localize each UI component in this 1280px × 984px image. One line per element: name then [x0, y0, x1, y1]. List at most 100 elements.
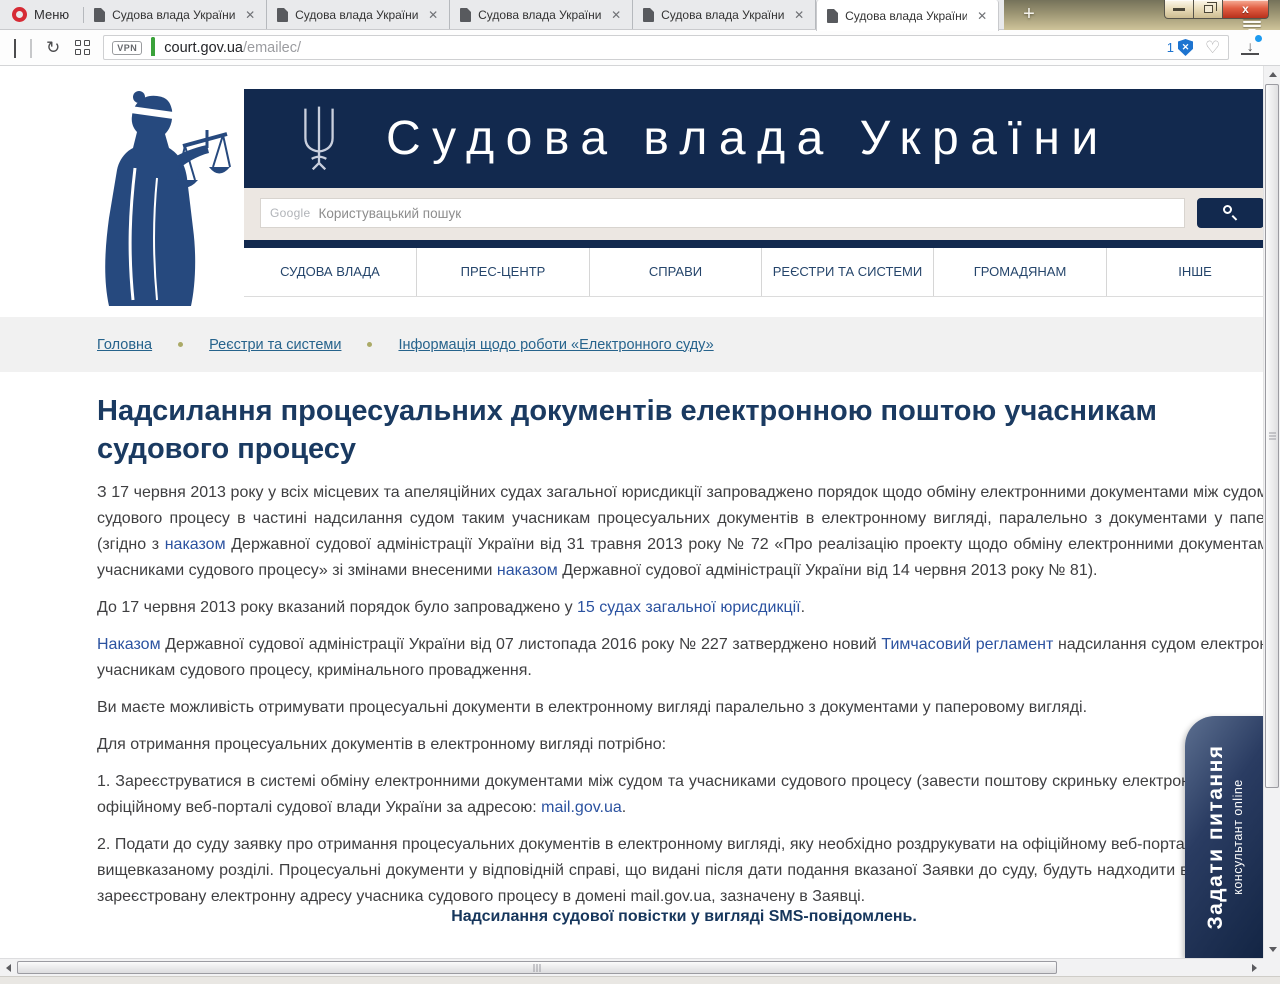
inline-link[interactable]: mail.gov.ua	[541, 799, 622, 816]
article-paragraph-1: З 17 червня 2013 року у всіх місцевих та…	[97, 480, 1263, 584]
url-text: court.gov.ua/emailec/	[164, 40, 1167, 56]
breadcrumb-link-1[interactable]: Головна	[97, 337, 152, 353]
trident-emblem-icon	[296, 104, 342, 174]
article-paragraph-5: Для отримання процесуальних документів в…	[97, 732, 1263, 758]
nav-item-2[interactable]: ПРЕС-ЦЕНТР	[417, 248, 590, 296]
nav-item-1[interactable]: СУДОВА ВЛАДА	[244, 248, 417, 296]
tab-close-icon[interactable]: ✕	[608, 6, 624, 24]
opera-logo-icon	[12, 7, 27, 22]
url-path: /emailec/	[243, 40, 301, 56]
browser-tab-2[interactable]: Судова влада України ✕	[267, 0, 450, 29]
forward-icon	[30, 39, 32, 58]
page-file-icon	[827, 9, 838, 23]
inline-link[interactable]: 15 судах загальної юрисдикції	[577, 599, 801, 616]
breadcrumb: Головна Реєстри та системи Інформація щодо…	[97, 337, 714, 353]
blocked-count: 1	[1167, 40, 1174, 55]
window-bottom-edge	[0, 976, 1280, 984]
nav-item-3[interactable]: СПРАВИ	[590, 248, 762, 296]
tab-close-icon[interactable]: ✕	[242, 6, 258, 24]
nav-item-5[interactable]: ГРОМАДЯНАМ	[934, 248, 1107, 296]
close-button[interactable]: x	[1223, 0, 1269, 19]
article-paragraph-2: До 17 червня 2013 року вказаний порядок …	[97, 595, 1263, 621]
nav-item-6[interactable]: ІНШЕ	[1107, 248, 1263, 296]
breadcrumb-link-2[interactable]: Реєстри та системи	[209, 337, 341, 353]
banner-subtitle: консультант online	[1231, 779, 1245, 895]
site-search-field[interactable]: Google	[260, 198, 1185, 228]
page-file-icon	[460, 8, 471, 22]
lady-justice-illustration	[95, 88, 231, 310]
site-search-input[interactable]	[319, 206, 1176, 221]
inline-link[interactable]: Тимчасовий регламент	[881, 636, 1053, 653]
sms-notice-link[interactable]: Надсилання судової повістки у вигляді SM…	[97, 908, 1263, 926]
breadcrumb-separator-dot	[178, 342, 183, 347]
horizontal-scrollbar-thumb[interactable]	[17, 961, 1057, 974]
tab-close-icon[interactable]: ✕	[974, 7, 990, 25]
browser-tab-5[interactable]: Судова влада України✕	[816, 0, 999, 31]
opera-menu-button[interactable]: Меню	[0, 0, 83, 29]
article-paragraph-6: 1. Зареєструватися в системі обміну елек…	[97, 769, 1263, 821]
horizontal-scrollbar[interactable]	[0, 958, 1263, 976]
breadcrumb-link-3[interactable]: Інформація щодо роботи «Електронного суд…	[398, 337, 713, 353]
browser-tab-3[interactable]: Судова влада України ✕	[450, 0, 633, 29]
page-viewport: Судова влада України Google СУДОВА ВЛАДА…	[0, 66, 1263, 958]
downloads-button[interactable]: ↓	[1241, 40, 1259, 55]
tab-close-icon[interactable]: ✕	[425, 6, 441, 24]
arrow-right-icon	[1252, 964, 1261, 972]
browser-tab-1[interactable]: Судова влада України ✕	[84, 0, 267, 29]
url-field[interactable]: VPN court.gov.ua/emailec/ 1 ✕ ♡	[103, 35, 1229, 60]
tab-close-icon[interactable]: ✕	[791, 6, 807, 24]
shield-icon: ✕	[1178, 39, 1193, 56]
page-file-icon	[277, 8, 288, 22]
tabs-container: Судова влада України ✕ Судова влада Україн…	[84, 0, 999, 29]
scroll-left-button[interactable]	[0, 959, 17, 977]
vpn-badge[interactable]: VPN	[112, 41, 142, 55]
scrollbar-grip	[534, 964, 541, 972]
opera-menu-label: Меню	[34, 7, 69, 22]
tab-title: Судова влада України	[295, 8, 418, 22]
lock-icon[interactable]	[151, 39, 155, 57]
vertical-scrollbar[interactable]	[1263, 66, 1280, 958]
tab-title: Судова влада України	[478, 8, 601, 22]
bookmark-heart-icon[interactable]: ♡	[1205, 39, 1220, 56]
nav-item-4[interactable]: РЕЄСТРИ ТА СИСТЕМИ	[762, 248, 934, 296]
search-strip: Google	[244, 188, 1263, 240]
scrollbar-grip	[1269, 431, 1276, 442]
site-header: Судова влада України	[244, 89, 1263, 188]
speed-dial-icon[interactable]	[75, 40, 90, 55]
tab-bar: Меню Судова влада України✕Судова влада У…	[0, 0, 1280, 30]
article-paragraph-3: Наказом Державної судової адміністрації …	[97, 632, 1263, 684]
forward-button[interactable]	[30, 39, 32, 57]
article-paragraph-4: Ви маєте можливість отримувати процесуал…	[97, 695, 1263, 721]
restore-button[interactable]	[1194, 0, 1223, 19]
inline-link[interactable]: Наказом	[97, 636, 161, 653]
url-host: court.gov.ua	[164, 40, 243, 56]
scroll-right-button[interactable]	[1246, 959, 1263, 977]
tab-title: Судова влада України	[112, 8, 235, 22]
reload-button[interactable]: ↻	[46, 39, 60, 56]
vertical-scrollbar-thumb[interactable]	[1265, 84, 1279, 788]
scroll-down-button[interactable]	[1264, 941, 1280, 958]
address-bar: ↻ VPN court.gov.ua/emailec/ 1 ✕ ♡ ↓	[0, 30, 1280, 66]
adblocker-badge[interactable]: 1 ✕	[1167, 39, 1193, 56]
arrow-left-icon	[2, 964, 11, 972]
inline-link[interactable]: наказом	[165, 536, 226, 553]
search-icon	[1223, 205, 1232, 214]
download-notification-dot	[1255, 35, 1262, 42]
page-file-icon	[643, 8, 654, 22]
site-search-button[interactable]	[1197, 198, 1263, 228]
ask-question-banner[interactable]: Задати питання консультант online	[1185, 716, 1263, 958]
scroll-up-button[interactable]	[1264, 66, 1280, 83]
arrow-up-icon	[1269, 68, 1277, 77]
page-file-icon	[94, 8, 105, 22]
new-tab-button[interactable]: +	[1016, 3, 1042, 27]
banner-title: Задати питання	[1204, 744, 1228, 929]
minimize-button[interactable]	[1164, 0, 1194, 19]
window-controls: x	[1164, 0, 1269, 19]
restore-icon	[1204, 5, 1213, 13]
back-button[interactable]	[14, 39, 16, 57]
inline-link[interactable]: наказом	[497, 562, 558, 579]
site-title: Судова влада України	[386, 89, 1110, 188]
breadcrumb-strip: Головна Реєстри та системи Інформація щодо…	[0, 317, 1263, 372]
minimize-icon	[1173, 8, 1185, 11]
browser-tab-4[interactable]: Судова влада України✕	[633, 0, 816, 29]
